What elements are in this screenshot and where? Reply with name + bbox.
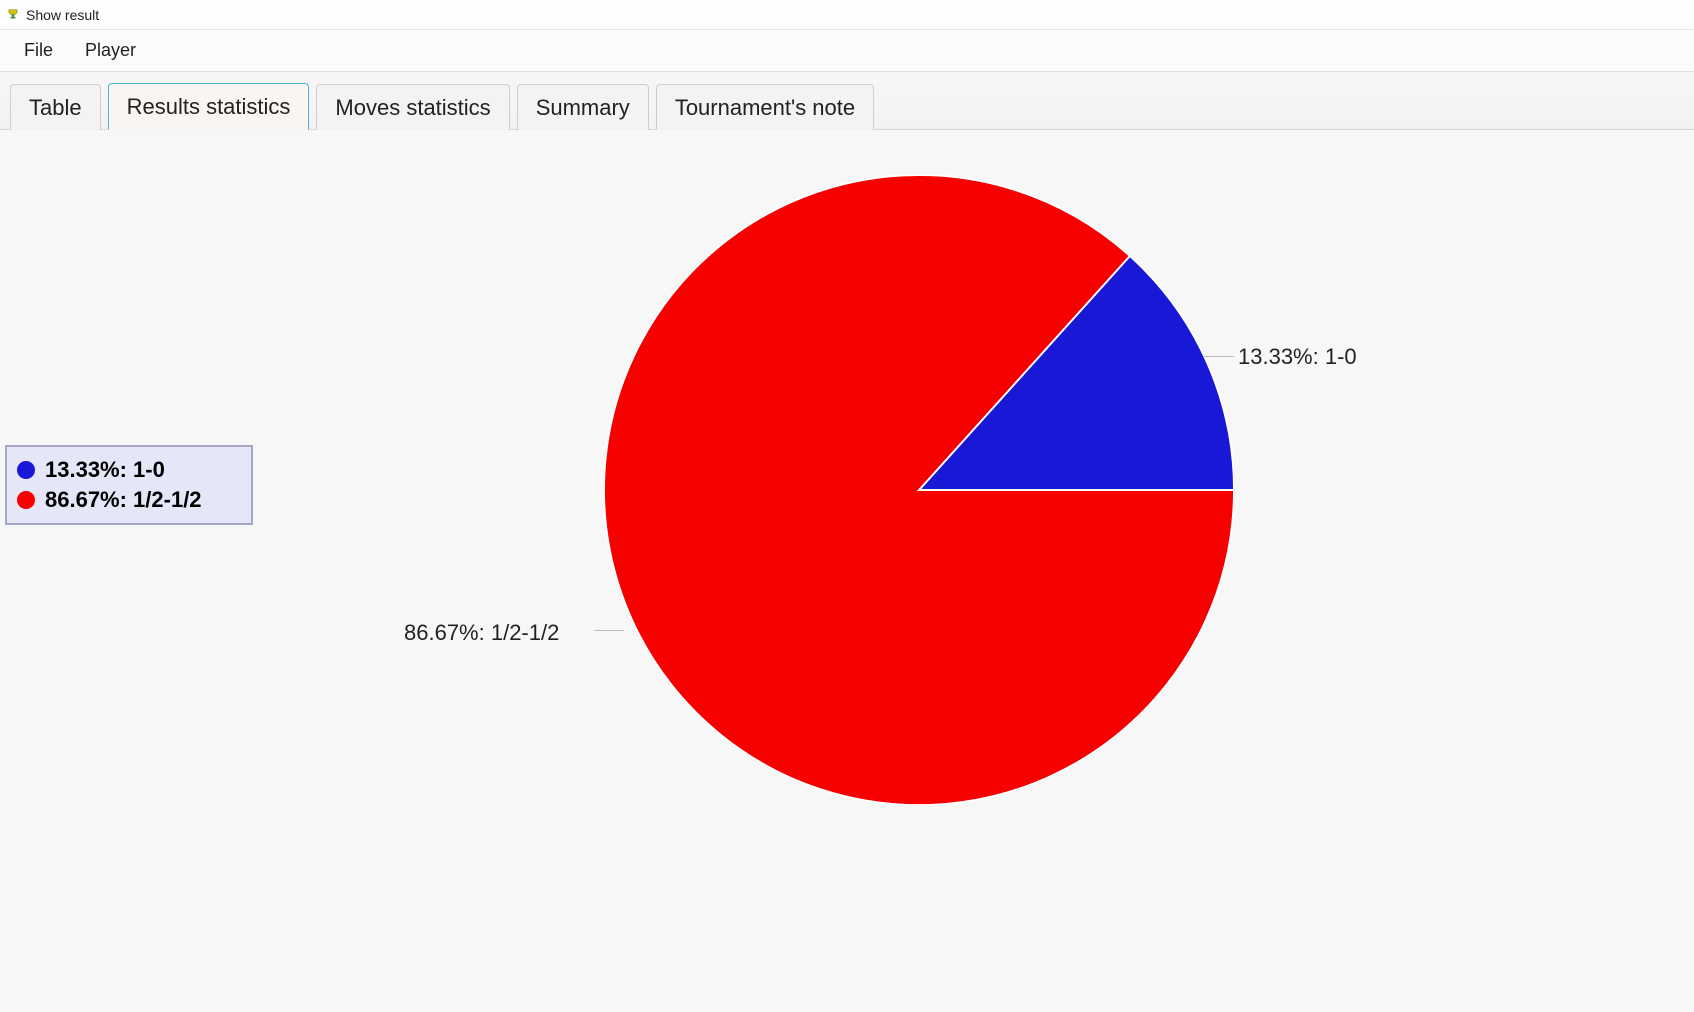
- legend-item-label: 13.33%: 1-0: [45, 457, 165, 483]
- trophy-icon: [6, 8, 20, 22]
- menu-player[interactable]: Player: [83, 36, 138, 65]
- tab-results-statistics[interactable]: Results statistics: [108, 83, 310, 130]
- leader-line: [1204, 356, 1234, 357]
- menu-file[interactable]: File: [22, 36, 55, 65]
- pie-chart: [604, 175, 1234, 805]
- legend-item: 13.33%: 1-0: [17, 455, 241, 485]
- content-area: 13.33%: 1-0 86.67%: 1/2-1/2 13.33%: 1-0 …: [0, 130, 1694, 1012]
- slice-label-left: 86.67%: 1/2-1/2: [404, 620, 559, 646]
- legend-dot-icon: [17, 461, 35, 479]
- tab-summary[interactable]: Summary: [517, 84, 649, 130]
- legend-item-label: 86.67%: 1/2-1/2: [45, 487, 202, 513]
- tab-moves-statistics[interactable]: Moves statistics: [316, 84, 509, 130]
- legend-box: 13.33%: 1-0 86.67%: 1/2-1/2: [5, 445, 253, 525]
- tab-table[interactable]: Table: [10, 84, 101, 130]
- slice-label-right: 13.33%: 1-0: [1238, 344, 1357, 370]
- menu-bar: File Player: [0, 30, 1694, 72]
- legend-item: 86.67%: 1/2-1/2: [17, 485, 241, 515]
- window-title: Show result: [26, 7, 99, 23]
- leader-line: [594, 630, 624, 631]
- tab-tournament-note[interactable]: Tournament's note: [656, 84, 874, 130]
- title-bar: Show result: [0, 0, 1694, 30]
- tab-strip: Table Results statistics Moves statistic…: [0, 72, 1694, 130]
- legend-dot-icon: [17, 491, 35, 509]
